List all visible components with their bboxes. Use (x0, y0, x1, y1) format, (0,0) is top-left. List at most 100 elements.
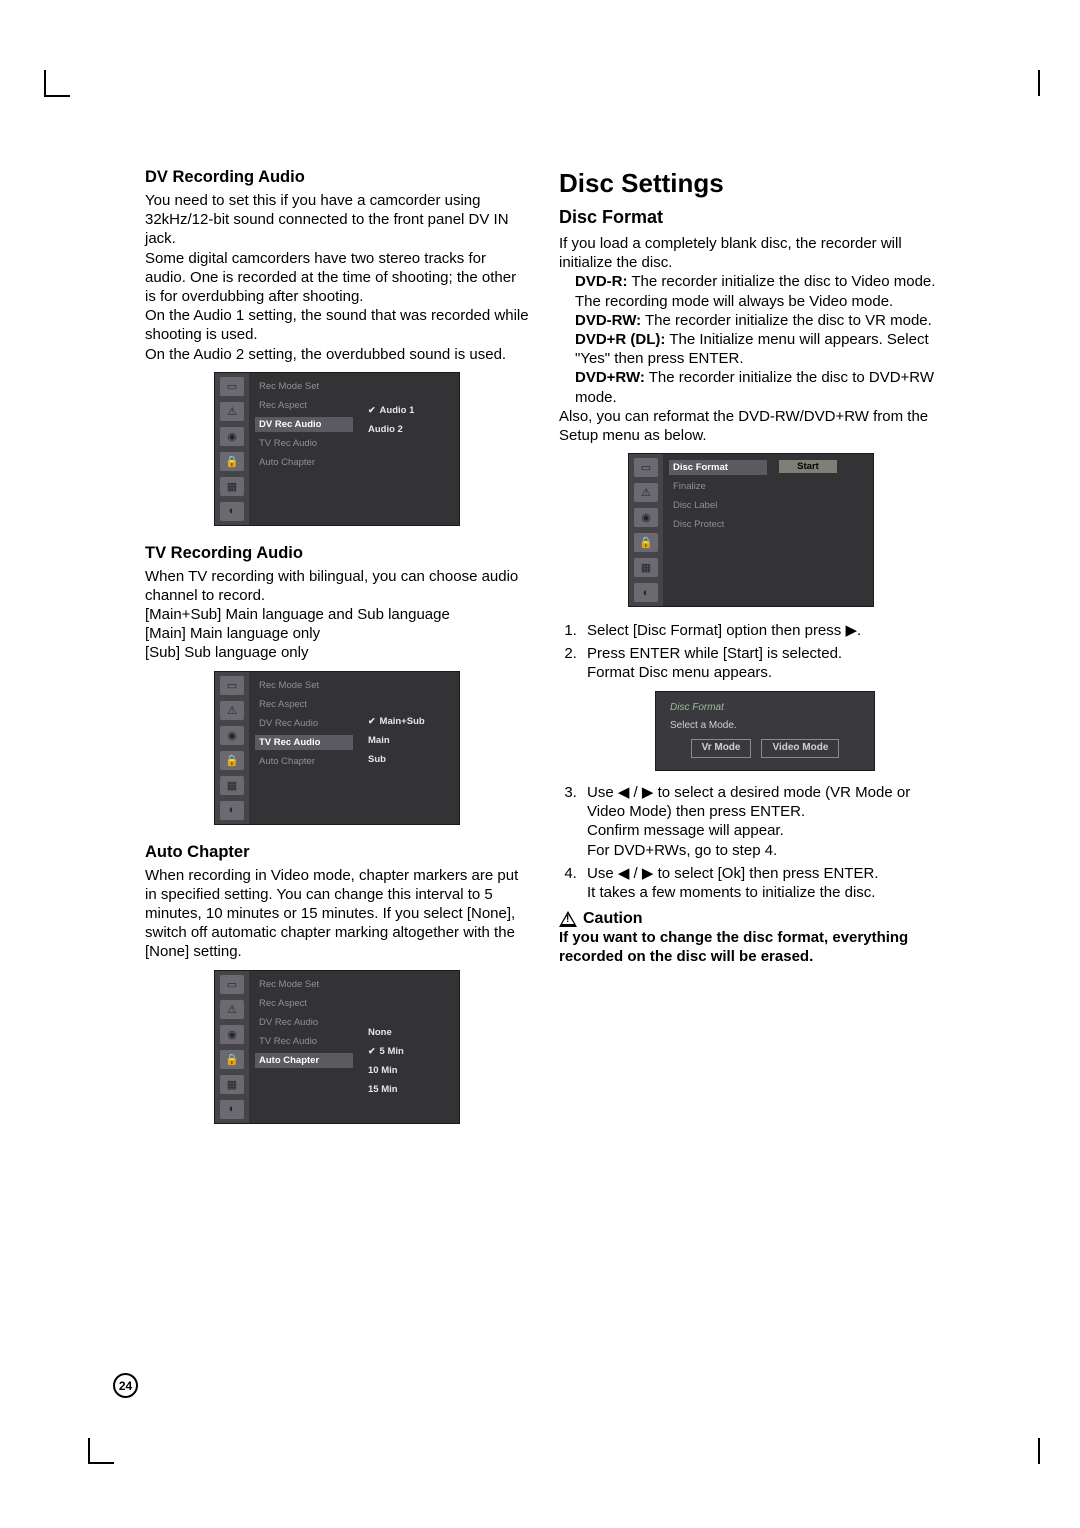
osd-options: Start (773, 454, 873, 606)
label: DVD+RW: (575, 369, 645, 386)
osd-start-button: Start (779, 460, 837, 473)
heading-auto-chapter: Auto Chapter (145, 843, 529, 862)
osd-menu-item: Rec Mode Set (255, 977, 353, 992)
osd-menu-item: DV Rec Audio (255, 716, 353, 731)
left-column: DV Recording Audio You need to set this … (145, 168, 529, 1142)
osd-screenshot-disc-format: ▭ ⚠ ◉ 🔒 ▦ ◐ Disc Format Finalize Disc La… (628, 453, 874, 607)
heading-dv: DV Recording Audio (145, 168, 529, 187)
osd-screenshot-tv: ▭ ⚠ ◉ 🔒 ▦ ◐ Rec Mode Set Rec Aspect DV R… (214, 671, 460, 825)
label: DVD-R: (575, 273, 628, 290)
osd-menu-item: Rec Aspect (255, 996, 353, 1011)
list-item: Select [Disc Format] option then press ▶… (581, 621, 943, 640)
body-text: It takes a few moments to initialize the… (587, 884, 875, 901)
osd-menu-item: Rec Mode Set (255, 678, 353, 693)
osd-menu-item-selected: DV Rec Audio (255, 417, 353, 432)
page-content: DV Recording Audio You need to set this … (145, 168, 943, 1142)
body-text: For DVD+RWs, go to step 4. (587, 842, 777, 859)
body-text: DVD+RW: The recorder initialize the disc… (575, 368, 943, 406)
caution-icon: ! (559, 911, 577, 927)
body-text: The recorder initialize the disc to Vide… (575, 273, 935, 309)
osd-icon: 🔒 (220, 452, 244, 471)
osd-icon: ◉ (220, 726, 244, 745)
osd-menu-item: Auto Chapter (255, 455, 353, 470)
section-disc-format: Disc Format If you load a completely bla… (559, 207, 943, 967)
osd-option: Main (365, 733, 453, 748)
osd-icon: ⚠ (220, 701, 244, 720)
crop-mark (44, 70, 46, 96)
osd-menu-item-selected: TV Rec Audio (255, 735, 353, 750)
osd-option-checked: Main+Sub (365, 714, 453, 729)
body-text: [Main+Sub] Main language and Sub languag… (145, 605, 529, 624)
osd-options: Main+Sub Main Sub (359, 672, 459, 824)
osd-icon: ▭ (220, 377, 244, 396)
osd-icon: ▦ (634, 558, 658, 577)
osd-option: 10 Min (365, 1063, 453, 1078)
crop-mark (1038, 1438, 1040, 1464)
body-text: On the Audio 2 setting, the overdubbed s… (145, 345, 529, 364)
heading-disc-settings: Disc Settings (559, 168, 943, 199)
osd-icon: ◐ (220, 1100, 244, 1119)
body-text: The recorder initialize the disc to VR m… (641, 312, 932, 329)
body-text: You need to set this if you have a camco… (145, 191, 529, 249)
osd-icon: ◉ (220, 1025, 244, 1044)
dialog-title: Disc Format (670, 702, 860, 715)
osd-option: Audio 2 (365, 422, 453, 437)
body-text: Use ◀ / ▶ to select [Ok] then press ENTE… (587, 865, 879, 882)
body-text: When TV recording with bilingual, you ca… (145, 567, 529, 605)
label: DVD+R (DL): (575, 331, 665, 348)
body-text: [Sub] Sub language only (145, 643, 529, 662)
crop-mark (88, 1462, 114, 1464)
osd-icon: ▦ (220, 1075, 244, 1094)
osd-icon: ▭ (634, 458, 658, 477)
body-text: Some digital camcorders have two stereo … (145, 249, 529, 307)
osd-screenshot-auto: ▭ ⚠ ◉ 🔒 ▦ ◐ Rec Mode Set Rec Aspect DV R… (214, 970, 460, 1124)
osd-menu-item: Finalize (669, 479, 767, 494)
body-text: Format Disc menu appears. (587, 664, 772, 681)
section-auto-chapter: Auto Chapter When recording in Video mod… (145, 843, 529, 1124)
osd-option: None (365, 1025, 453, 1040)
osd-menu-item: Rec Mode Set (255, 379, 353, 394)
body-text: Also, you can reformat the DVD-RW/DVD+RW… (559, 407, 943, 445)
body-text: Press ENTER while [Start] is selected. (587, 645, 842, 662)
osd-icon-column: ▭ ⚠ ◉ 🔒 ▦ ◐ (215, 672, 249, 824)
osd-icon: ◐ (634, 583, 658, 602)
osd-icon: ⚠ (220, 1000, 244, 1019)
osd-menu-item: Rec Aspect (255, 398, 353, 413)
osd-icon-column: ▭ ⚠ ◉ 🔒 ▦ ◐ (215, 971, 249, 1123)
osd-icon: ◐ (220, 502, 244, 521)
osd-icon: 🔒 (220, 1050, 244, 1069)
caution-label: Caution (583, 910, 643, 928)
osd-icon: 🔒 (634, 533, 658, 552)
osd-icon: ⚠ (220, 402, 244, 421)
dialog-button: Video Mode (761, 739, 839, 758)
osd-icon: ▭ (220, 676, 244, 695)
osd-screenshot-dv: ▭ ⚠ ◉ 🔒 ▦ ◐ Rec Mode Set Rec Aspect DV R… (214, 372, 460, 526)
body-text: [Main] Main language only (145, 624, 529, 643)
osd-icon: ⚠ (634, 483, 658, 502)
osd-icon: ◐ (220, 801, 244, 820)
list-item: Use ◀ / ▶ to select [Ok] then press ENTE… (581, 864, 943, 902)
body-text: On the Audio 1 setting, the sound that w… (145, 306, 529, 344)
osd-icon: ▭ (220, 975, 244, 994)
osd-menu-item: TV Rec Audio (255, 436, 353, 451)
section-dv-recording-audio: DV Recording Audio You need to set this … (145, 168, 529, 526)
osd-menu-item: Rec Aspect (255, 697, 353, 712)
heading-disc-format: Disc Format (559, 207, 943, 228)
osd-menu: Rec Mode Set Rec Aspect DV Rec Audio TV … (249, 672, 359, 824)
crop-mark (44, 95, 70, 97)
osd-option-checked: 5 Min (365, 1044, 453, 1059)
osd-dialog-format-mode: Disc Format Select a Mode. Vr Mode Video… (655, 691, 875, 771)
osd-options: None 5 Min 10 Min 15 Min (359, 971, 459, 1123)
osd-icon: 🔒 (220, 751, 244, 770)
page-number: 24 (113, 1373, 138, 1398)
body-text: When recording in Video mode, chapter ma… (145, 866, 529, 962)
body-text: Use ◀ / ▶ to select a desired mode (VR M… (587, 784, 910, 820)
right-column: Disc Settings Disc Format If you load a … (559, 168, 943, 1142)
body-text: DVD-R: The recorder initialize the disc … (575, 272, 943, 310)
dialog-buttons: Vr Mode Video Mode (670, 739, 860, 758)
osd-icon-column: ▭ ⚠ ◉ 🔒 ▦ ◐ (215, 373, 249, 525)
osd-menu-item: Disc Protect (669, 517, 767, 532)
osd-menu: Disc Format Finalize Disc Label Disc Pro… (663, 454, 773, 606)
body-text: DVD+R (DL): The Initialize menu will app… (575, 330, 943, 368)
caution-text: If you want to change the disc format, e… (559, 928, 943, 966)
